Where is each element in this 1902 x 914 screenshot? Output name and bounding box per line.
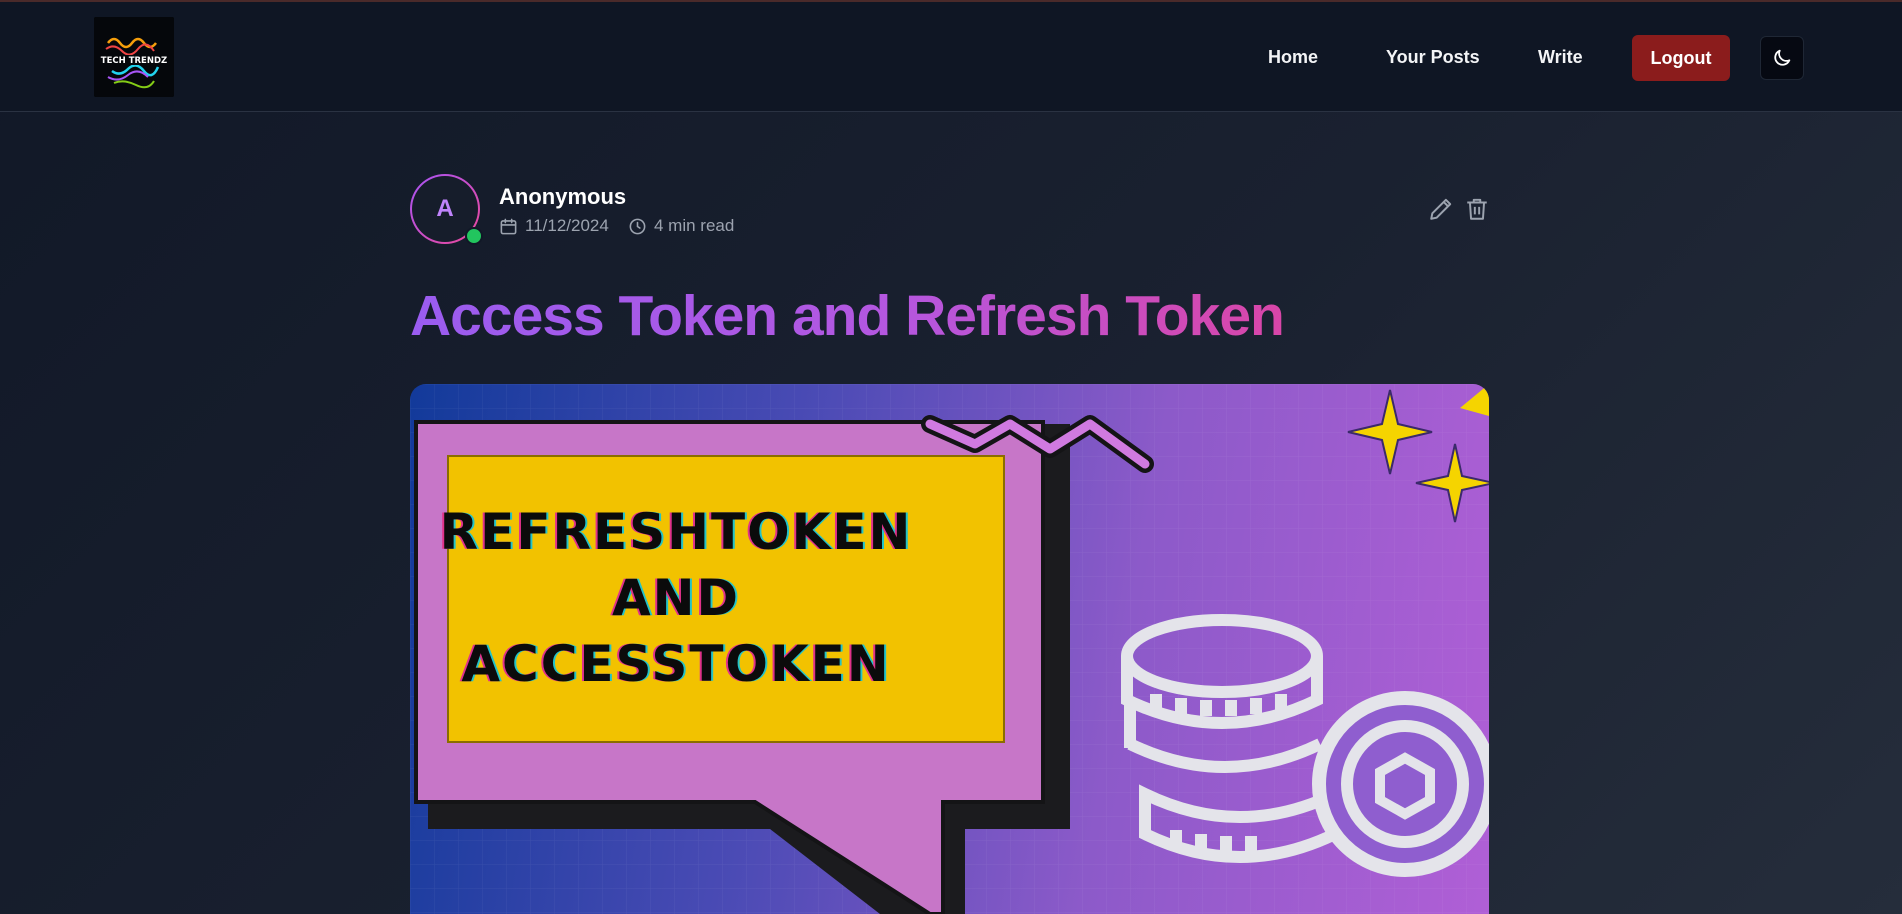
post-cover-image: REFRESHTOKEN AND ACCESSTOKEN — [410, 384, 1489, 914]
site-logo[interactable]: TECH TRENDZ — [94, 17, 174, 97]
cover-line-1: REFRESHTOKEN — [439, 503, 913, 561]
moon-icon — [1774, 49, 1791, 66]
logout-button[interactable]: Logout — [1632, 35, 1730, 81]
post-date: 11/12/2024 — [499, 216, 609, 236]
read-time-text: 4 min read — [654, 216, 735, 235]
calendar-icon — [500, 218, 517, 234]
cover-line-2: AND — [611, 569, 741, 627]
trash-icon — [1467, 198, 1487, 220]
nav-your-posts-link[interactable]: Your Posts — [1386, 47, 1480, 68]
delete-post-button[interactable] — [1464, 196, 1490, 222]
cover-text: REFRESHTOKEN AND ACCESSTOKEN — [440, 456, 911, 740]
post-read-time: 4 min read — [628, 216, 734, 236]
author-name: Anonymous — [499, 184, 627, 209]
cover-line-3: ACCESSTOKEN — [461, 635, 891, 693]
pencil-icon — [1430, 198, 1452, 220]
post-title: Access Token and Refresh Token — [410, 284, 1285, 348]
online-status-dot — [465, 227, 483, 245]
author-avatar: A — [410, 174, 483, 245]
post-date-text: 11/12/2024 — [525, 216, 609, 235]
clock-icon — [629, 218, 646, 234]
nav-write-link[interactable]: Write — [1538, 47, 1583, 68]
svg-text:TECH TRENDZ: TECH TRENDZ — [101, 56, 167, 66]
theme-toggle-button[interactable] — [1760, 36, 1804, 80]
site-header: TECH TRENDZ Home Your Posts Write Logout — [0, 2, 1902, 112]
edit-post-button[interactable] — [1428, 196, 1454, 222]
nav-home-link[interactable]: Home — [1268, 47, 1318, 68]
